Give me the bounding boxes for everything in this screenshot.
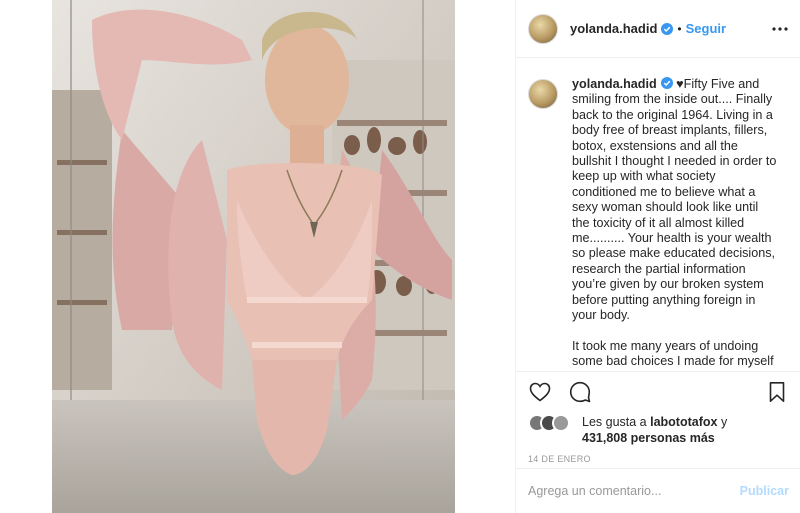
caption-text: yolanda.hadid ♥Fifty Five and smiling fr… <box>572 77 778 370</box>
caption: yolanda.hadid ♥Fifty Five and smiling fr… <box>528 77 785 370</box>
action-icons <box>528 372 789 412</box>
likes-text: Les gusta a labototafox y 431,808 person… <box>582 414 727 446</box>
comment-bubble-icon[interactable] <box>568 380 592 404</box>
caption-area[interactable]: yolanda.hadid ♥Fifty Five and smiling fr… <box>516 59 800 370</box>
liker-username[interactable]: labototafox <box>650 415 717 429</box>
bookmark-icon[interactable] <box>765 380 789 404</box>
caption-avatar[interactable] <box>528 79 558 109</box>
likes-prefix: Les gusta a <box>582 415 651 429</box>
comment-input[interactable] <box>528 484 740 498</box>
likes-mid: y <box>717 415 728 429</box>
follow-button[interactable]: Seguir <box>686 21 726 36</box>
post-date[interactable]: 14 DE ENERO <box>528 454 789 464</box>
liker-avatars[interactable] <box>528 414 580 434</box>
publish-button[interactable]: Publicar <box>740 484 789 498</box>
likes-section: Les gusta a labototafox y 431,808 person… <box>528 414 789 446</box>
post-image <box>52 0 455 513</box>
likes-count[interactable]: 431,808 personas más <box>582 431 715 445</box>
post-sidebar: yolanda.hadid • Seguir yolanda.hadid ♥Fi… <box>515 0 800 513</box>
heart-icon[interactable] <box>528 380 552 404</box>
username[interactable]: yolanda.hadid <box>570 21 657 36</box>
user-avatar[interactable] <box>528 13 558 44</box>
caption-body: ♥Fifty Five and smiling from the inside … <box>572 77 777 370</box>
verified-badge-icon <box>661 22 674 35</box>
comment-bar: Publicar <box>516 468 800 513</box>
more-options-icon[interactable] <box>771 20 789 38</box>
post-header: yolanda.hadid • Seguir <box>516 0 800 58</box>
post-photo[interactable] <box>52 0 455 513</box>
post-actions: Les gusta a labototafox y 431,808 person… <box>516 371 800 464</box>
liker-avatar <box>552 414 570 432</box>
caption-username[interactable]: yolanda.hadid <box>572 77 657 91</box>
verified-badge-icon <box>660 77 673 89</box>
separator-dot: • <box>677 21 682 36</box>
